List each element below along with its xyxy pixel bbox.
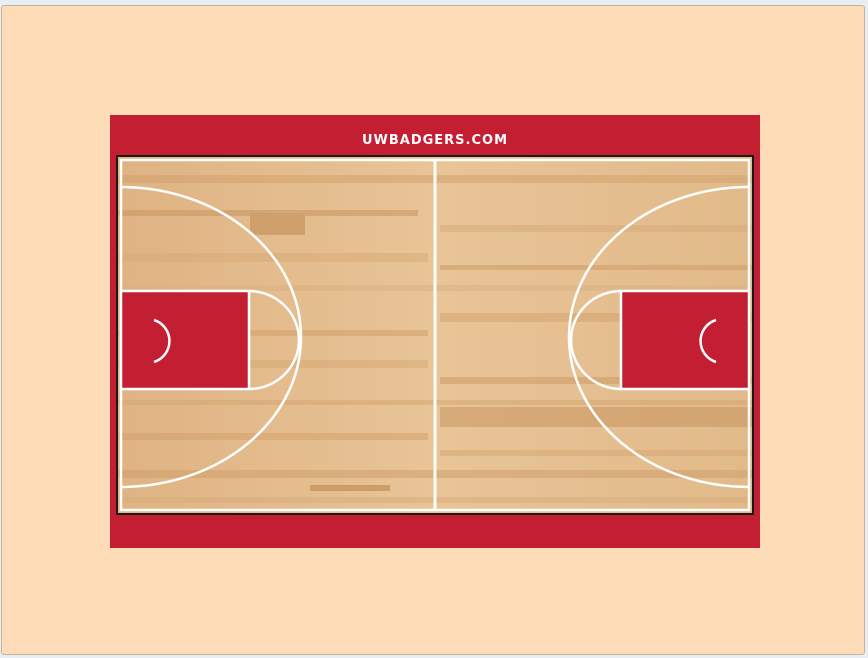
basketball-court-image: UWBADGERS.COM: [110, 115, 760, 548]
court-banner-text: UWBADGERS.COM: [362, 133, 508, 148]
app-window: UWBADGERS.COM: [1, 5, 865, 655]
